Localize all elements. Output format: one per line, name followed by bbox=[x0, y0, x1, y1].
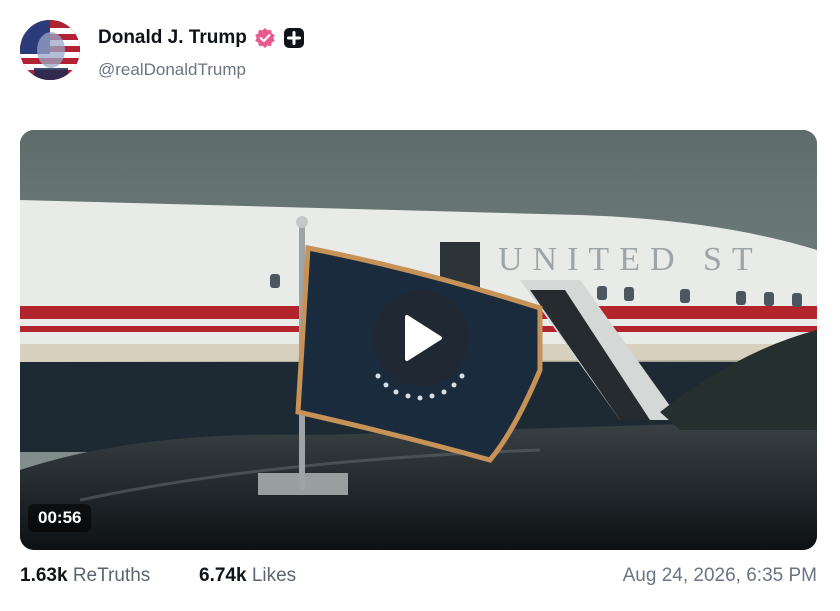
post-footer: 1.63k ReTruths 6.74k Likes Aug 24, 2026,… bbox=[20, 565, 817, 593]
avatar[interactable] bbox=[20, 20, 80, 80]
retruths-count: 1.63k bbox=[20, 565, 68, 586]
name-row: Donald J. Trump bbox=[98, 27, 305, 49]
retruths-stat[interactable]: 1.63k ReTruths bbox=[20, 565, 150, 587]
user-handle[interactable]: @realDonaldTrump bbox=[98, 60, 246, 80]
video-duration: 00:56 bbox=[28, 504, 92, 532]
avatar-image bbox=[20, 20, 80, 80]
likes-stat[interactable]: 6.74k Likes bbox=[199, 565, 296, 587]
post-header: Donald J. Trump @realDonaldTrump bbox=[20, 20, 810, 82]
likes-label: Likes bbox=[251, 565, 297, 586]
likes-count: 6.74k bbox=[199, 565, 247, 586]
post-timestamp[interactable]: Aug 24, 2026, 6:35 PM bbox=[623, 565, 817, 587]
display-name[interactable]: Donald J. Trump bbox=[98, 27, 247, 49]
play-button[interactable] bbox=[373, 290, 469, 386]
aircraft-lettering: UNITED ST bbox=[498, 241, 763, 278]
verified-badge-icon bbox=[254, 27, 276, 49]
plus-square-icon bbox=[283, 27, 305, 49]
retruths-label: ReTruths bbox=[72, 565, 151, 586]
play-icon bbox=[405, 315, 442, 361]
video-player[interactable]: UNITED ST 00:56 bbox=[20, 130, 817, 550]
